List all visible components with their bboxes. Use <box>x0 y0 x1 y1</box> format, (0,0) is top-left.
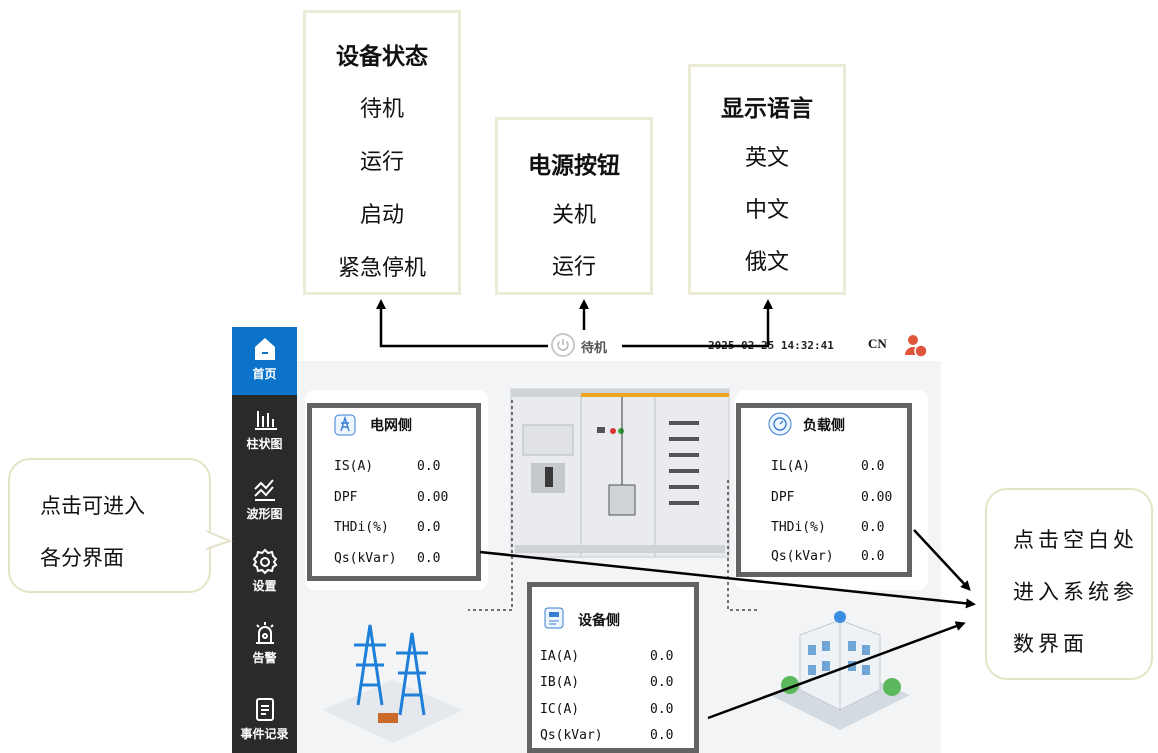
annotation-arrows <box>376 299 976 720</box>
